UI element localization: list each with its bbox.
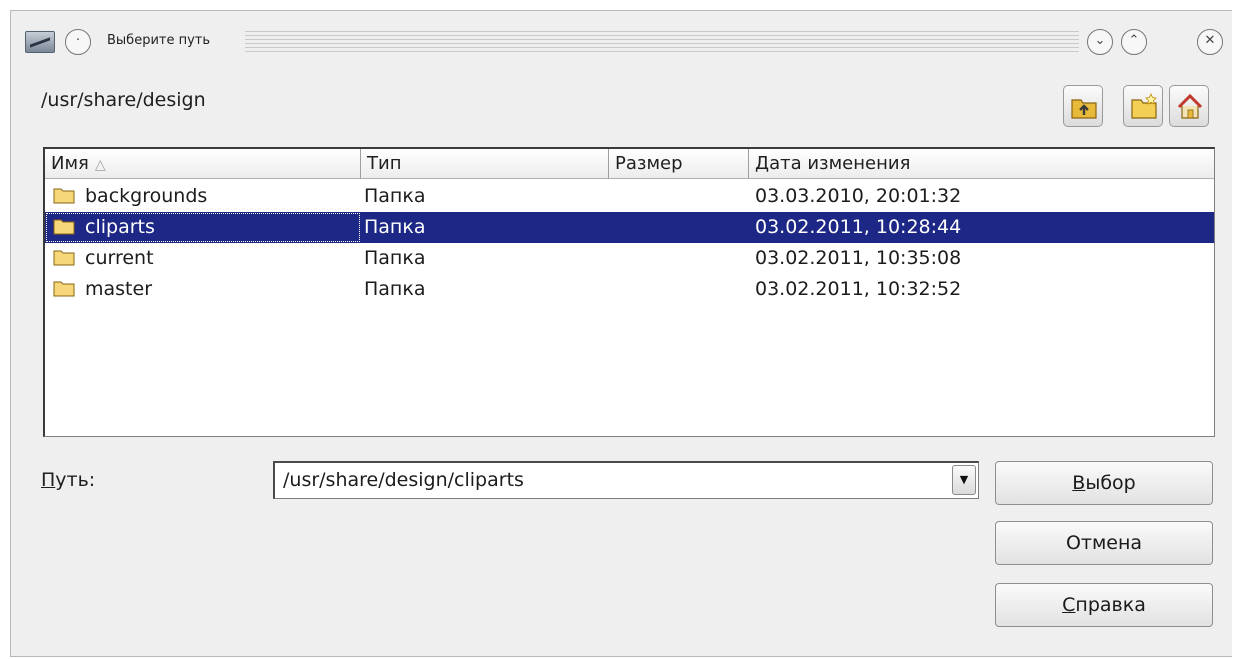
file-name: backgrounds [85, 185, 208, 207]
home-button[interactable] [1169, 85, 1209, 127]
column-header-name[interactable]: Имя △ [45, 149, 361, 179]
file-list[interactable]: Имя △ Тип Размер Дата изменения backgroun… [43, 147, 1215, 437]
file-date: 03.02.2011, 10:35:08 [755, 247, 962, 269]
file-name: current [85, 247, 154, 269]
maximize-button[interactable]: ⌃ [1121, 29, 1147, 55]
folder-icon [53, 188, 75, 203]
sort-ascending-icon: △ [94, 157, 106, 173]
file-date: 03.02.2011, 10:28:44 [755, 216, 962, 238]
title-bar-grip [245, 31, 1079, 53]
file-row-cliparts[interactable]: cliparts Папка 03.02.2011, 10:28:44 [45, 212, 1214, 243]
file-list-header: Имя △ Тип Размер Дата изменения [45, 149, 1214, 179]
file-name: master [85, 278, 153, 300]
title-bar[interactable]: · Выберите путь ⌄ ⌃ ✕ [11, 11, 1232, 63]
minimize-button[interactable]: ⌄ [1087, 29, 1113, 55]
file-row-backgrounds[interactable]: backgrounds Папка 03.03.2010, 20:01:32 [45, 181, 1214, 212]
file-type: Папка [364, 247, 426, 269]
folder-icon [53, 219, 75, 234]
window-menu-button[interactable]: · [65, 29, 91, 55]
cancel-button[interactable]: Отмена [995, 521, 1213, 565]
new-folder-button[interactable] [1123, 85, 1163, 127]
column-header-size[interactable]: Размер [609, 149, 749, 179]
file-date: 03.02.2011, 10:32:52 [755, 278, 962, 300]
file-name: cliparts [85, 216, 155, 238]
current-path-label: /usr/share/design [41, 89, 206, 111]
home-icon [1177, 93, 1203, 119]
folder-up-button[interactable] [1063, 85, 1103, 127]
folder-icon [53, 281, 75, 296]
path-combobox[interactable]: /usr/share/design/cliparts ▼ [273, 461, 979, 499]
file-type: Папка [364, 216, 426, 238]
file-row-current[interactable]: current Папка 03.02.2011, 10:35:08 [45, 243, 1214, 274]
file-type: Папка [364, 278, 426, 300]
help-button[interactable]: Справка [995, 583, 1213, 627]
file-type: Папка [364, 185, 426, 207]
folder-up-icon [1071, 99, 1097, 119]
app-icon[interactable] [25, 31, 55, 53]
file-date: 03.03.2010, 20:01:32 [755, 185, 962, 207]
path-input[interactable]: /usr/share/design/cliparts [283, 463, 524, 497]
file-row-master[interactable]: master Папка 03.02.2011, 10:32:52 [45, 274, 1214, 305]
folder-icon [53, 250, 75, 265]
dropdown-arrow-icon[interactable]: ▼ [952, 465, 976, 495]
window-title: Выберите путь [107, 33, 211, 48]
path-field-label: Путь: [41, 469, 96, 491]
column-header-date[interactable]: Дата изменения [749, 149, 1215, 179]
select-path-dialog: · Выберите путь ⌄ ⌃ ✕ /usr/share/design … [10, 10, 1232, 657]
new-folder-icon [1131, 93, 1157, 119]
select-button[interactable]: Выбор [995, 461, 1213, 505]
close-button[interactable]: ✕ [1197, 29, 1223, 55]
column-header-type[interactable]: Тип [361, 149, 609, 179]
